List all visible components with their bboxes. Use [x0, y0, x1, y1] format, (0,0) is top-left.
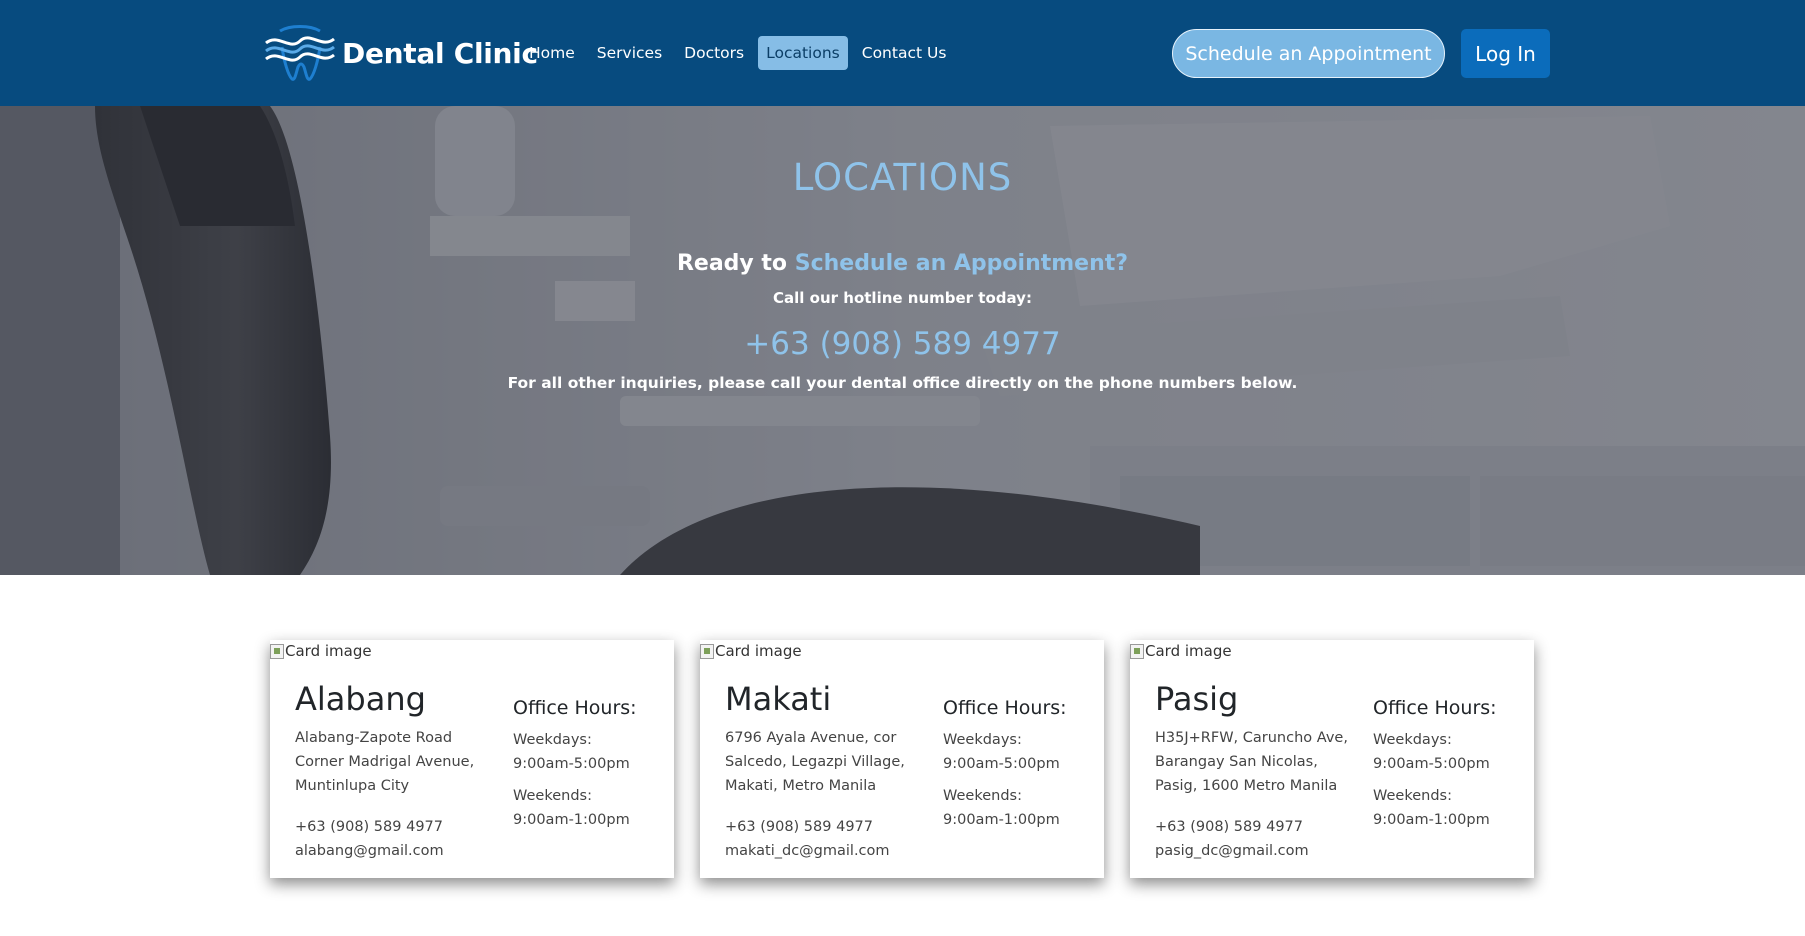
address-line: Barangay San Nicolas,	[1155, 754, 1318, 770]
card-email: pasig_dc@gmail.com	[1155, 843, 1309, 859]
card-city: Makati	[725, 680, 832, 718]
address-line: Makati, Metro Manila	[725, 778, 877, 794]
card-city: Alabang	[295, 680, 426, 718]
nav-contact-us[interactable]: Contact Us	[854, 36, 955, 70]
broken-image-icon	[270, 643, 284, 659]
weekends-hours: 9:00am-1:00pm	[1373, 812, 1490, 828]
weekends-hours: 9:00am-1:00pm	[513, 812, 630, 828]
card-phone: +63 (908) 589 4977	[725, 819, 873, 835]
card-address: Alabang-Zapote Road Corner Madrigal Aven…	[295, 726, 495, 798]
tooth-waves-icon	[265, 25, 335, 81]
weekdays-label: Weekdays:	[1373, 732, 1452, 748]
brand-name: Dental Clinic	[342, 36, 538, 70]
nav-locations[interactable]: Locations	[758, 36, 848, 70]
address-line: Salcedo, Legazpi Village,	[725, 754, 905, 770]
address-line: Pasig, 1600 Metro Manila	[1155, 778, 1338, 794]
nav-services[interactable]: Services	[589, 36, 670, 70]
card-image: Card image	[700, 642, 802, 660]
page-title: LOCATIONS	[792, 156, 1013, 199]
card-image: Card image	[1130, 642, 1232, 660]
address-line: Muntinlupa City	[295, 778, 410, 794]
broken-image-icon	[700, 643, 714, 659]
card-image-alt: Card image	[1145, 642, 1232, 660]
weekdays-hours: 9:00am-5:00pm	[943, 756, 1060, 772]
card-image-alt: Card image	[285, 642, 372, 660]
weekdays-hours: 9:00am-5:00pm	[513, 756, 630, 772]
address-line: Corner Madrigal Avenue,	[295, 754, 475, 770]
hero-content: LOCATIONS Ready to Schedule an Appointme…	[0, 106, 1805, 575]
broken-image-icon	[1130, 643, 1144, 659]
office-hours-title: Office Hours:	[1373, 697, 1497, 719]
card-address: 6796 Ayala Avenue, cor Salcedo, Legazpi …	[725, 726, 925, 798]
card-city: Pasig	[1155, 680, 1239, 718]
hero-banner: LOCATIONS Ready to Schedule an Appointme…	[0, 106, 1805, 575]
weekdays-label: Weekdays:	[513, 732, 592, 748]
nav-doctors[interactable]: Doctors	[676, 36, 752, 70]
address-line: Alabang-Zapote Road	[295, 730, 453, 746]
weekdays-label: Weekdays:	[943, 732, 1022, 748]
hero-call-text: Call our hotline number today:	[773, 289, 1032, 307]
weekends-hours: 9:00am-1:00pm	[943, 812, 1060, 828]
card-address: H35J+RFW, Caruncho Ave, Barangay San Nic…	[1155, 726, 1355, 798]
card-email: alabang@gmail.com	[295, 843, 444, 859]
ready-accent: Schedule an Appointment?	[794, 251, 1129, 276]
location-card-alabang: Card image Alabang Alabang-Zapote Road C…	[270, 640, 674, 878]
address-line: 6796 Ayala Avenue, cor	[725, 730, 897, 746]
card-image: Card image	[270, 642, 372, 660]
card-image-alt: Card image	[715, 642, 802, 660]
login-button[interactable]: Log In	[1461, 29, 1550, 78]
office-hours-title: Office Hours:	[943, 697, 1067, 719]
location-card-makati: Card image Makati 6796 Ayala Avenue, cor…	[700, 640, 1104, 878]
weekdays-hours: 9:00am-5:00pm	[1373, 756, 1490, 772]
weekends-label: Weekends:	[1373, 788, 1452, 804]
ready-prefix: Ready to	[676, 251, 788, 276]
card-email: makati_dc@gmail.com	[725, 843, 890, 859]
navbar: Dental Clinic Home Services Doctors Loca…	[0, 0, 1805, 106]
main-nav: Home Services Doctors Locations Contact …	[521, 36, 954, 70]
schedule-appointment-button[interactable]: Schedule an Appointment	[1172, 29, 1445, 78]
weekends-label: Weekends:	[943, 788, 1022, 804]
brand[interactable]: Dental Clinic	[264, 25, 538, 81]
location-cards: Card image Alabang Alabang-Zapote Road C…	[270, 640, 1535, 878]
card-phone: +63 (908) 589 4977	[1155, 819, 1303, 835]
address-line: H35J+RFW, Caruncho Ave,	[1155, 730, 1348, 746]
hero-ready-heading: Ready to Schedule an Appointment?	[0, 251, 1805, 276]
hotline-number: +63 (908) 589 4977	[744, 326, 1061, 362]
office-hours-title: Office Hours:	[513, 697, 637, 719]
hero-other-inquiries: For all other inquiries, please call you…	[507, 374, 1298, 392]
card-phone: +63 (908) 589 4977	[295, 819, 443, 835]
weekends-label: Weekends:	[513, 788, 592, 804]
location-card-pasig: Card image Pasig H35J+RFW, Caruncho Ave,…	[1130, 640, 1534, 878]
nav-home[interactable]: Home	[521, 36, 583, 70]
